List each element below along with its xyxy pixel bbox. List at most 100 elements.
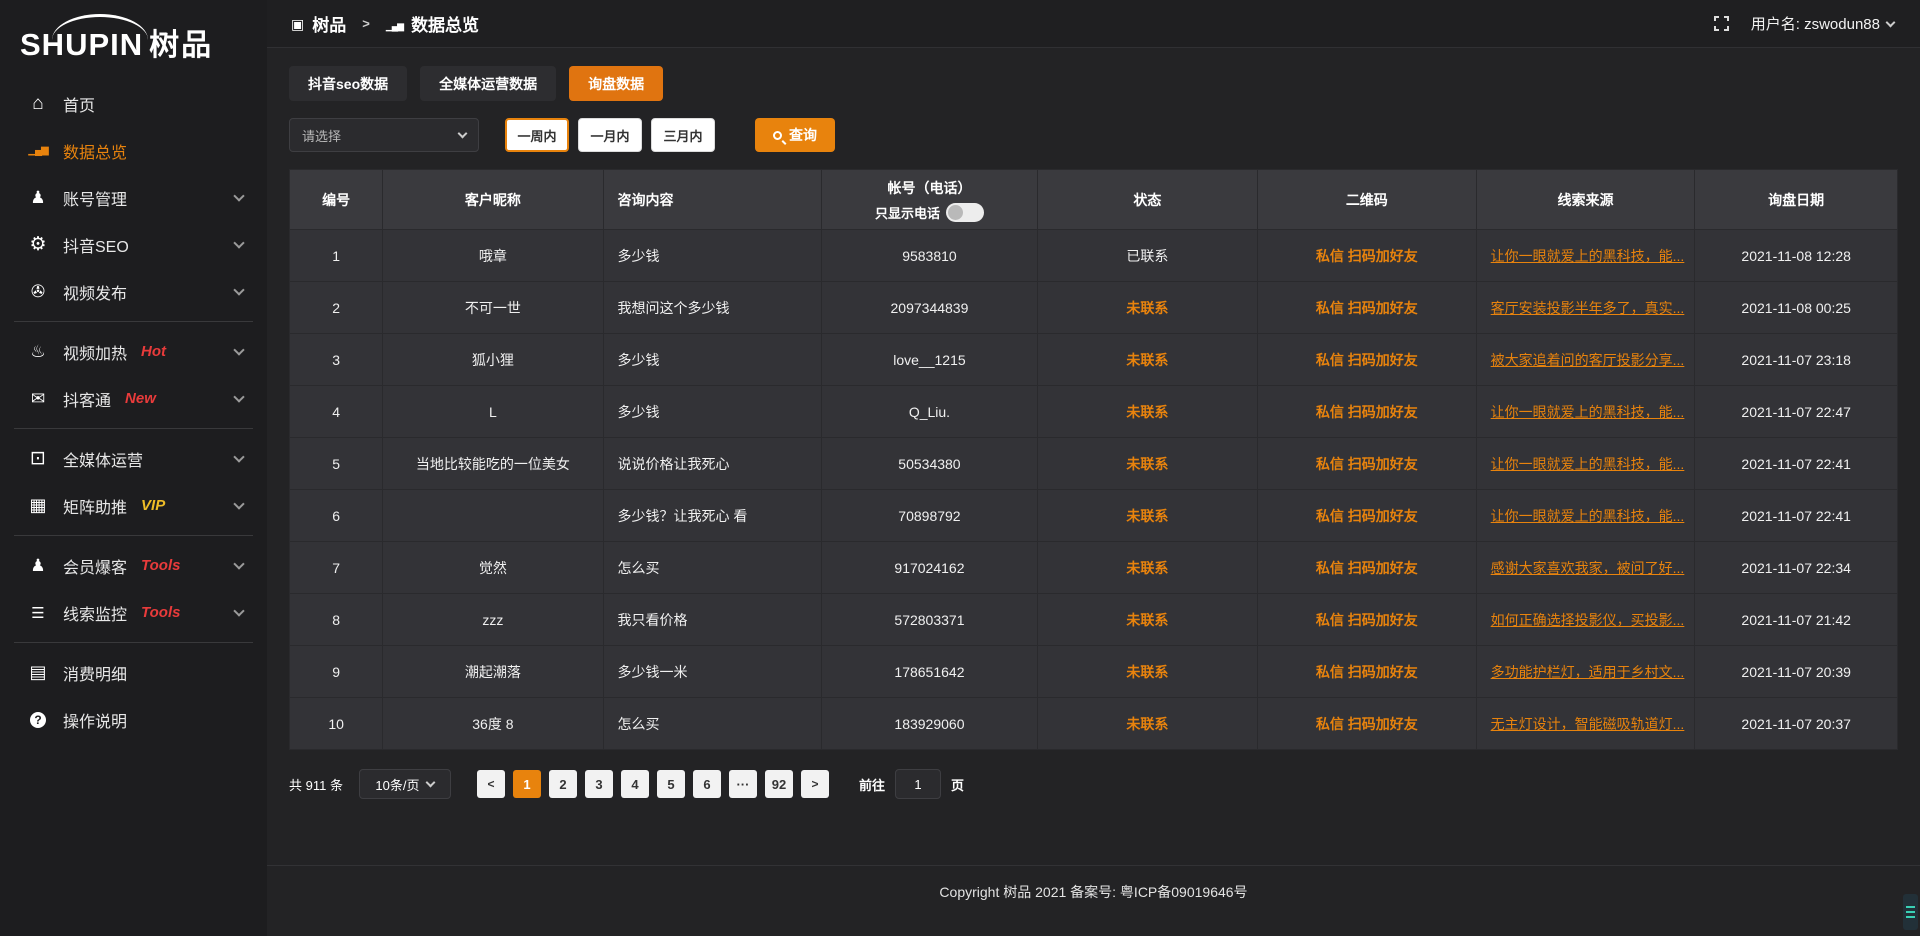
cell-account: 50534380 [822, 438, 1037, 490]
lead-source-link[interactable]: 让你一眼就爱上的黑科技，能... [1491, 456, 1685, 472]
footer: Copyright 树品 2021 备案号: 粤ICP备09019646号 [267, 865, 1920, 936]
sidebar-item-label: 视频加热 [63, 340, 127, 364]
sidebar-item[interactable]: 消费明细 [0, 649, 267, 696]
qr-links[interactable]: 私信 扫码加好友 [1316, 612, 1418, 628]
cell-id: 5 [290, 438, 383, 490]
lead-source-link[interactable]: 让你一眼就爱上的黑科技，能... [1491, 404, 1685, 420]
next-page-button[interactable]: > [801, 770, 829, 798]
lead-source-link[interactable]: 感谢大家喜欢我家，被问了好... [1491, 560, 1685, 576]
sidebar-divider [14, 642, 253, 643]
sidebar-item[interactable]: 矩阵助推 VIP [0, 482, 267, 529]
sidebar-item-icon [27, 389, 49, 409]
lead-source-link[interactable]: 无主灯设计，智能磁吸轨道灯... [1491, 716, 1685, 732]
status-badge: 未联系 [1126, 612, 1168, 628]
fullscreen-icon[interactable] [1714, 16, 1729, 31]
qr-links[interactable]: 私信 扫码加好友 [1316, 664, 1418, 680]
phone-only-toggle[interactable] [946, 203, 984, 222]
sidebar-nav: 首页 数据总览 账号管理 [0, 80, 267, 743]
sidebar-item[interactable]: 会员爆客 Tools [0, 542, 267, 589]
sidebar-item[interactable]: 首页 [0, 80, 267, 127]
account-select[interactable]: 请选择 [289, 118, 479, 152]
page-button[interactable]: 3 [585, 770, 613, 798]
breadcrumb: 树品 > 数据总览 [291, 11, 479, 36]
inquiry-table: 编号 客户昵称 咨询内容 帐号（电话） 只显示电话 状态 二维码 线索来源 [289, 169, 1898, 750]
cell-nickname: 狐小狸 [383, 334, 603, 386]
qr-links[interactable]: 私信 扫码加好友 [1316, 352, 1418, 368]
page-button[interactable]: 5 [657, 770, 685, 798]
user-menu[interactable]: 用户名: zswodun88 [1751, 13, 1894, 34]
page-button[interactable]: 92 [765, 770, 793, 798]
cell-qrcode: 私信 扫码加好友 [1257, 334, 1476, 386]
cell-nickname [383, 490, 603, 542]
sidebar-item[interactable]: 账号管理 [0, 174, 267, 221]
lead-source-link[interactable]: 被大家追着问的客厅投影分享... [1491, 352, 1685, 368]
sidebar-item[interactable]: 抖客通 New [0, 375, 267, 422]
page-button[interactable]: 4 [621, 770, 649, 798]
sidebar-item-label: 会员爆客 [63, 554, 127, 578]
sidebar-item[interactable]: 抖音SEO [0, 221, 267, 268]
page-button[interactable]: 1 [513, 770, 541, 798]
page-button[interactable]: ··· [729, 770, 757, 798]
prev-page-button[interactable]: < [477, 770, 505, 798]
sidebar-item-badge: Tools [141, 604, 180, 621]
sidebar-item[interactable]: 数据总览 [0, 127, 267, 174]
qr-links[interactable]: 私信 扫码加好友 [1316, 404, 1418, 420]
sidebar-item[interactable]: 线索监控 Tools [0, 589, 267, 636]
cell-status: 未联系 [1037, 646, 1257, 698]
page-button[interactable]: 6 [693, 770, 721, 798]
sidebar-item-label: 消费明细 [63, 661, 127, 685]
qr-links[interactable]: 私信 扫码加好友 [1316, 300, 1418, 316]
cell-account: love__1215 [822, 334, 1037, 386]
breadcrumb-home[interactable]: 树品 [312, 11, 346, 36]
cell-content: 多少钱一米 [603, 646, 822, 698]
sidebar-item[interactable]: 视频加热 Hot [0, 328, 267, 375]
cell-date: 2021-11-07 22:47 [1695, 386, 1898, 438]
status-badge: 未联系 [1126, 352, 1168, 368]
lead-source-link[interactable]: 让你一眼就爱上的黑科技，能... [1491, 248, 1685, 264]
table-header-row: 编号 客户昵称 咨询内容 帐号（电话） 只显示电话 状态 二维码 线索来源 [290, 170, 1898, 230]
floating-widget[interactable] [1903, 894, 1918, 930]
lead-source-link[interactable]: 多功能护栏灯，适用于乡村文... [1491, 664, 1685, 680]
sidebar-item[interactable]: 操作说明 [0, 696, 267, 743]
period-button[interactable]: 一月内 [578, 118, 642, 152]
tab-button[interactable]: 全媒体运营数据 [420, 66, 556, 101]
search-button[interactable]: 查询 [755, 118, 835, 152]
sidebar-item[interactable]: 全媒体运营 [0, 435, 267, 482]
lead-source-link[interactable]: 客厅安装投影半年多了，真实... [1491, 300, 1685, 316]
lead-source-link[interactable]: 让你一眼就爱上的黑科技，能... [1491, 508, 1685, 524]
qr-links[interactable]: 私信 扫码加好友 [1316, 716, 1418, 732]
cell-lead-source: 客厅安装投影半年多了，真实... [1476, 282, 1695, 334]
cell-nickname: 当地比较能吃的一位美女 [383, 438, 603, 490]
period-button[interactable]: 三月内 [651, 118, 715, 152]
chevron-down-icon [233, 451, 244, 462]
table-row: 4 L 多少钱 Q_Liu. 未联系 私信 扫码加好友 让你一眼就爱上的黑科技，… [290, 386, 1898, 438]
lead-source-link[interactable]: 如何正确选择投影仪，买投影... [1491, 612, 1685, 628]
sidebar-item[interactable]: 视频发布 [0, 268, 267, 315]
status-badge: 已联系 [1126, 248, 1168, 264]
qr-links[interactable]: 私信 扫码加好友 [1316, 560, 1418, 576]
cell-id: 7 [290, 542, 383, 594]
cell-date: 2021-11-07 23:18 [1695, 334, 1898, 386]
cell-lead-source: 无主灯设计，智能磁吸轨道灯... [1476, 698, 1695, 750]
qr-links[interactable]: 私信 扫码加好友 [1316, 248, 1418, 264]
tab-button[interactable]: 询盘数据 [569, 66, 663, 101]
col-status: 状态 [1037, 170, 1257, 230]
cell-lead-source: 让你一眼就爱上的黑科技，能... [1476, 438, 1695, 490]
period-button[interactable]: 一周内 [505, 118, 569, 152]
sidebar-divider [14, 535, 253, 536]
sidebar-item-label: 全媒体运营 [63, 447, 143, 471]
status-badge: 未联系 [1126, 508, 1168, 524]
tab-button[interactable]: 抖音seo数据 [289, 66, 407, 101]
qr-links[interactable]: 私信 扫码加好友 [1316, 456, 1418, 472]
page-button[interactable]: 2 [549, 770, 577, 798]
goto-page-input[interactable] [895, 769, 941, 799]
cell-status: 已联系 [1037, 230, 1257, 282]
cell-qrcode: 私信 扫码加好友 [1257, 646, 1476, 698]
sidebar-item-badge: New [125, 390, 156, 407]
qr-links[interactable]: 私信 扫码加好友 [1316, 508, 1418, 524]
sidebar-item-icon [27, 495, 49, 516]
cell-qrcode: 私信 扫码加好友 [1257, 490, 1476, 542]
page-size-select[interactable]: 10条/页 [359, 769, 451, 799]
search-icon [773, 131, 782, 140]
table-row: 10 36度 8 怎么买 183929060 未联系 私信 扫码加好友 无主灯设… [290, 698, 1898, 750]
